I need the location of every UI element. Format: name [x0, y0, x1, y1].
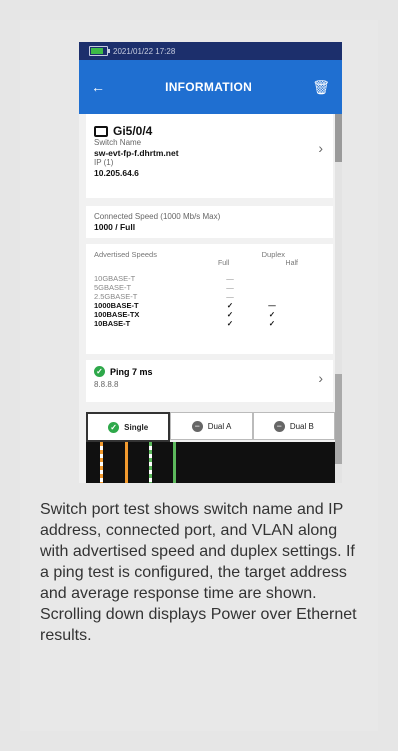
tab-dual-b-label: Dual B — [289, 421, 314, 431]
speed-name: 2.5GBASE-T — [94, 292, 138, 301]
chevron-right-icon[interactable]: › — [318, 140, 323, 156]
scrollbar-thumb[interactable] — [335, 114, 342, 162]
wire-green-white — [149, 442, 152, 483]
trash-icon[interactable]: 🗑 — [312, 79, 330, 96]
duplex-label: Duplex — [261, 250, 285, 259]
advertised-label: Advertised Speeds — [94, 250, 157, 259]
speed-card: Connected Speed (1000 Mb/s Max) 1000 / F… — [86, 206, 333, 238]
ping-label: Ping 7 ms — [110, 366, 153, 377]
speed-row: 5GBASE-T — — [94, 283, 325, 292]
switch-name-label: Switch Name — [94, 138, 142, 147]
half-value — [242, 283, 302, 292]
half-value: ✓ — [268, 319, 276, 328]
switch-card[interactable]: Gi5/0/4 Switch Name sw-evt-fp-f.dhrtm.ne… — [86, 114, 333, 198]
wire-green — [173, 442, 176, 483]
speed-name: 1000BASE-T — [94, 301, 139, 310]
switch-name-value: sw-evt-fp-f.dhrtm.net — [94, 148, 179, 158]
full-label: Full — [218, 260, 230, 267]
ip-label: IP (1) — [94, 158, 114, 167]
scrollbar-thumb-lower[interactable] — [335, 374, 342, 464]
wire-orange — [125, 442, 128, 483]
battery-icon — [89, 46, 110, 56]
port-icon — [94, 125, 108, 137]
wire-orange-white — [100, 442, 103, 483]
content-area: Gi5/0/4 Switch Name sw-evt-fp-f.dhrtm.ne… — [79, 114, 342, 483]
half-value: — — [268, 301, 276, 310]
check-circle-icon: ✓ — [108, 421, 120, 433]
speed-name: 100BASE-TX — [94, 310, 140, 319]
full-value: — — [226, 283, 234, 292]
back-arrow-icon[interactable]: ← — [91, 79, 105, 95]
speed-row: 1000BASE-T ✓ — — [94, 301, 325, 310]
check-circle-icon: ✓ — [94, 366, 105, 377]
ping-row: ✓ Ping 7 ms — [94, 366, 325, 377]
speed-name: 5GBASE-T — [94, 283, 132, 292]
app-bar: ← INFORMATION 🗑 — [79, 60, 342, 114]
tab-dual-b[interactable]: − Dual B — [252, 412, 335, 440]
speed-row: 10GBASE-T — — [94, 274, 325, 283]
full-value: ✓ — [226, 310, 234, 319]
status-datetime: 2021/01/22 17:28 — [113, 46, 176, 56]
advertised-header: Advertised Speeds Duplex — [94, 250, 325, 259]
ping-target: 8.8.8.8 — [94, 380, 119, 389]
status-bar: 2021/01/22 17:28 — [79, 42, 342, 60]
ip-value: 10.205.64.6 — [94, 168, 139, 178]
full-value: ✓ — [226, 319, 234, 328]
speed-name: 10GBASE-T — [94, 274, 136, 283]
advertised-speeds-card: Advertised Speeds Duplex Full Half 10GBA… — [86, 244, 333, 354]
speed-row: 100BASE-TX ✓ ✓ — [94, 310, 325, 319]
half-label: Half — [285, 260, 298, 267]
tab-dual-a-label: Dual A — [207, 421, 232, 431]
tab-dual-a[interactable]: − Dual A — [170, 412, 253, 440]
half-value — [242, 292, 302, 301]
minus-circle-icon: − — [191, 420, 203, 432]
half-value: ✓ — [268, 310, 276, 319]
feature-description: Switch port test shows switch name and I… — [40, 501, 357, 644]
minus-circle-icon: − — [273, 420, 285, 432]
tab-bar: ✓ Single − Dual A − Dual B — [86, 412, 335, 442]
speed-row: 2.5GBASE-T — — [94, 292, 325, 301]
tab-single-label: Single — [124, 422, 149, 432]
port-label: Gi5/0/4 — [113, 124, 153, 138]
connected-speed-value: 1000 / Full — [94, 222, 136, 232]
device-screen: 2021/01/22 17:28 ← INFORMATION 🗑 Gi5/0/4… — [79, 42, 342, 483]
speed-name: 10BASE-T — [94, 319, 131, 328]
page-title: INFORMATION — [165, 80, 253, 94]
ping-card[interactable]: ✓ Ping 7 ms 8.8.8.8 › — [86, 360, 333, 402]
speed-row: 10BASE-T ✓ ✓ — [94, 319, 325, 328]
full-value: ✓ — [226, 301, 234, 310]
full-value: — — [226, 274, 234, 283]
chevron-right-icon[interactable]: › — [318, 370, 323, 386]
advertised-grid: 10GBASE-T — 5GBASE-T — 2.5GBASE-T — 1000… — [94, 274, 325, 328]
cable-trace-view — [86, 442, 335, 483]
connected-speed-label: Connected Speed (1000 Mb/s Max) — [94, 212, 221, 221]
duplex-subheader: Full Half — [218, 260, 308, 267]
full-value: — — [226, 292, 234, 301]
tab-single[interactable]: ✓ Single — [86, 412, 171, 442]
port-row: Gi5/0/4 — [94, 124, 325, 138]
half-value — [242, 274, 302, 283]
